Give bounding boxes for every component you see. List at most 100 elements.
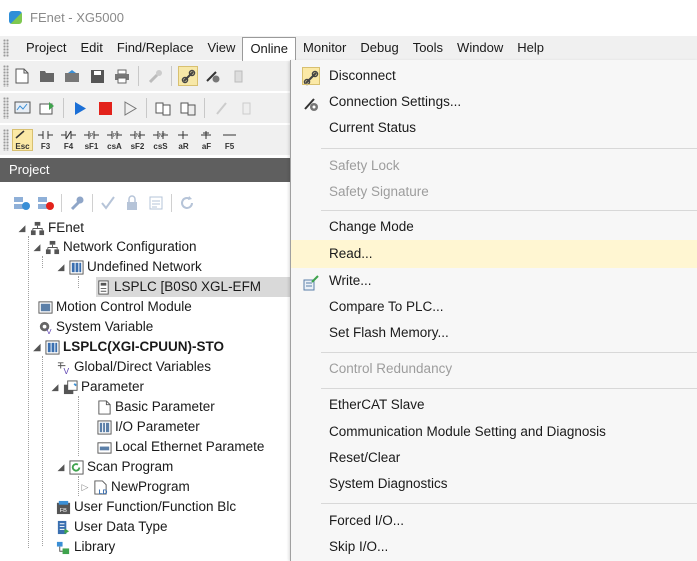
refresh-icon[interactable] — [178, 194, 196, 212]
connection-settings-icon[interactable] — [204, 67, 222, 85]
menu-item-disconnect[interactable]: Disconnect — [291, 62, 697, 90]
tree-item-system-variable[interactable]: V System Variable — [38, 317, 153, 337]
title-bar: FEnet - XG5000 — [0, 0, 697, 34]
menu-debug[interactable]: Debug — [353, 37, 405, 59]
menu-view[interactable]: View — [200, 37, 242, 59]
menu-bar: Project Edit Find/Replace View Online Mo… — [0, 36, 697, 61]
project-icon — [30, 221, 45, 235]
menu-item-reset-clear[interactable]: Reset/Clear — [291, 444, 697, 472]
menu-item-system-diagnostics[interactable]: System Diagnostics — [291, 470, 697, 498]
ladder-key-css[interactable]: NF csS — [151, 130, 170, 151]
tree-item-scan-program[interactable]: ◢ Scan Program — [56, 457, 173, 477]
menu-item-connection-settings[interactable]: Connection Settings... — [291, 88, 697, 116]
tree-item-basic-parameter[interactable]: Basic Parameter — [97, 397, 215, 417]
ladder-key-f4[interactable]: F4 — [59, 130, 78, 151]
connect-icon[interactable] — [178, 66, 198, 86]
menu-item-read[interactable]: Read... — [291, 240, 697, 268]
tree-item-plc[interactable]: ◢ LSPLC(XGI-CPUUN)-STO — [32, 337, 224, 357]
collapse-arrow-icon[interactable]: ◢ — [56, 457, 66, 477]
tree-item-network-configuration[interactable]: ◢ Network Configuration — [32, 237, 197, 257]
ladder-key-sf2[interactable]: NsF2 — [128, 130, 147, 151]
stop-icon[interactable] — [96, 99, 114, 117]
toolbar-grip[interactable] — [3, 65, 9, 87]
menu-item-comm-module-setting[interactable]: Communication Module Setting and Diagnos… — [291, 418, 697, 446]
collapse-arrow-icon[interactable]: ◢ — [50, 377, 60, 397]
menu-tools[interactable]: Tools — [406, 37, 450, 59]
tree-item-global-direct-variables[interactable]: V Global/Direct Variables — [56, 357, 211, 377]
check-icon[interactable] — [99, 194, 117, 212]
menu-item-current-status[interactable]: Current Status — [291, 114, 697, 142]
download-icon[interactable] — [212, 99, 230, 117]
tree-item-library[interactable]: Library — [56, 537, 115, 557]
svg-text:NF: NF — [159, 133, 166, 139]
toolbar-overflow-icon[interactable] — [237, 99, 255, 117]
menu-item-set-flash-memory[interactable]: Set Flash Memory... — [291, 319, 697, 347]
svg-text:PF: PF — [113, 133, 119, 139]
menu-item-safety-signature[interactable]: Safety Signature — [291, 178, 697, 206]
step-icon[interactable] — [121, 99, 139, 117]
monitor-start-icon[interactable] — [13, 99, 31, 117]
ladder-key-csa[interactable]: PF csA — [105, 130, 124, 151]
wrench-icon[interactable] — [146, 67, 164, 85]
menu-item-ethercat-slave[interactable]: EtherCAT Slave — [291, 391, 697, 419]
menu-online[interactable]: Online — [242, 36, 297, 61]
compile-all-icon[interactable] — [179, 99, 197, 117]
compile-icon[interactable] — [154, 99, 172, 117]
document-icon[interactable] — [147, 194, 165, 212]
menu-item-write[interactable]: Write... — [291, 267, 697, 295]
tree-item-user-function-block[interactable]: FB User Function/Function Blc — [56, 497, 236, 517]
toolbar-separator — [146, 98, 147, 118]
open-project-icon[interactable] — [63, 67, 81, 85]
menu-item-skip-io[interactable]: Skip I/O... — [291, 533, 697, 561]
tree-item-user-data-type[interactable]: User Data Type — [56, 517, 168, 537]
properties-icon[interactable] — [68, 194, 86, 212]
collapse-arrow-icon[interactable]: ◢ — [32, 237, 42, 257]
menu-item-compare-to-plc[interactable]: Compare To PLC... — [291, 293, 697, 321]
menu-monitor[interactable]: Monitor — [296, 37, 353, 59]
new-file-icon[interactable] — [13, 67, 31, 85]
add-item-icon[interactable] — [13, 194, 31, 212]
tree-item-io-parameter[interactable]: I/O Parameter — [97, 417, 200, 437]
tree-label-local-ethernet-parameter: Local Ethernet Paramete — [115, 439, 265, 454]
monitor-icon[interactable] — [38, 99, 56, 117]
toolbar-grip[interactable] — [3, 97, 9, 119]
menu-item-forced-io[interactable]: Forced I/O... — [291, 507, 697, 535]
menu-find-replace[interactable]: Find/Replace — [110, 37, 201, 59]
open-folder-icon[interactable] — [38, 67, 56, 85]
menu-window[interactable]: Window — [450, 37, 510, 59]
toolbar-overflow-icon[interactable] — [229, 67, 247, 85]
delete-item-icon[interactable] — [37, 194, 55, 212]
ladder-key-sf1[interactable]: PsF1 — [82, 130, 101, 151]
menu-edit[interactable]: Edit — [73, 37, 109, 59]
menu-item-safety-lock[interactable]: Safety Lock — [291, 152, 697, 180]
tree-item-motion-control-module[interactable]: Motion Control Module — [38, 297, 192, 317]
tree-item-local-ethernet-parameter[interactable]: Local Ethernet Paramete — [97, 437, 264, 457]
collapse-arrow-icon[interactable]: ◢ — [32, 337, 42, 357]
expand-arrow-icon[interactable]: ▷ — [80, 477, 90, 497]
tree-item-lsplc-node[interactable]: LSPLC [B0S0 XGL-EFM — [96, 277, 292, 297]
toolbar-grip[interactable] — [3, 129, 9, 151]
lock-icon[interactable] — [123, 194, 141, 212]
run-icon[interactable] — [71, 99, 89, 117]
collapse-arrow-icon[interactable]: ◢ — [56, 257, 66, 277]
ladder-key-ar[interactable]: aR — [174, 130, 193, 151]
ladder-key-f5[interactable]: F5 — [220, 130, 239, 151]
print-icon[interactable] — [113, 67, 131, 85]
tree-item-new-program[interactable]: ▷ LD NewProgram — [80, 477, 190, 497]
collapse-arrow-icon[interactable]: ◢ — [17, 218, 27, 238]
tree-item-parameter[interactable]: ◢ Parameter — [50, 377, 145, 397]
menu-item-control-redundancy[interactable]: Control Redundancy — [291, 355, 697, 383]
tree-item-undefined-network[interactable]: ◢ Undefined Network — [56, 257, 202, 277]
menubar-grip[interactable] — [3, 39, 9, 57]
menu-separator — [321, 210, 697, 211]
menu-item-change-mode[interactable]: Change Mode — [291, 213, 697, 241]
tree-label-io-parameter: I/O Parameter — [115, 419, 200, 434]
menu-help[interactable]: Help — [510, 37, 551, 59]
menu-project[interactable]: Project — [19, 37, 73, 59]
ladder-key-f3[interactable]: F3 — [36, 130, 55, 151]
svg-text:V: V — [64, 366, 70, 375]
tree-item-fenet[interactable]: ◢ FEnet — [17, 218, 85, 238]
ladder-key-esc[interactable]: Esc — [12, 129, 33, 151]
save-icon[interactable] — [88, 67, 106, 85]
ladder-key-af[interactable]: aF — [197, 130, 216, 151]
